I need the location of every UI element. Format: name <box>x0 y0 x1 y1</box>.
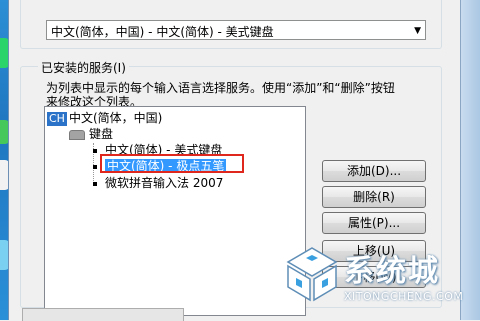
bullet-icon <box>93 181 97 186</box>
language-badge-icon: CH <box>47 112 67 126</box>
tree-node-keyboard[interactable]: 键盘 <box>69 126 113 142</box>
services-tree[interactable]: CH 中文(简体，中国) 键盘 中文(简体) - 美式键盘 中文(简体) - 极点… <box>44 106 306 316</box>
watermark-logo-icon <box>286 247 338 302</box>
bullet-icon <box>93 164 97 169</box>
dropdown-arrow-icon[interactable]: ▼ <box>414 26 421 36</box>
keyboard-icon <box>69 129 85 140</box>
annotation-highlight-box <box>100 154 244 173</box>
bullet-icon <box>93 148 97 153</box>
watermark-url: XITONGCHENG.COM <box>344 290 464 303</box>
tree-node-keyboard-label: 键盘 <box>89 127 114 141</box>
default-input-language-select[interactable]: 中文(简体，中国) - 中文(简体) - 美式键盘 ▼ <box>46 20 426 40</box>
remove-button[interactable]: 删除(R) <box>322 186 426 208</box>
tree-item-ms-pinyin[interactable]: 微软拼音输入法 2007 <box>93 175 223 191</box>
tree-item-label: 微软拼音输入法 2007 <box>105 176 224 190</box>
watermark-text: 系统城 <box>344 254 440 289</box>
combo-value: 中文(简体，中国) - 中文(简体) - 美式键盘 <box>51 25 274 39</box>
window-frame-edge <box>460 0 480 320</box>
add-button[interactable]: 添加(D)... <box>322 160 426 182</box>
tree-node-language[interactable]: CH 中文(简体，中国) <box>47 110 162 126</box>
installed-services-label: 已安装的服务(I) <box>38 59 129 76</box>
partial-bottom-control <box>22 308 184 321</box>
tree-node-language-label: 中文(简体，中国) <box>68 111 163 125</box>
properties-button[interactable]: 属性(P)... <box>322 212 426 234</box>
